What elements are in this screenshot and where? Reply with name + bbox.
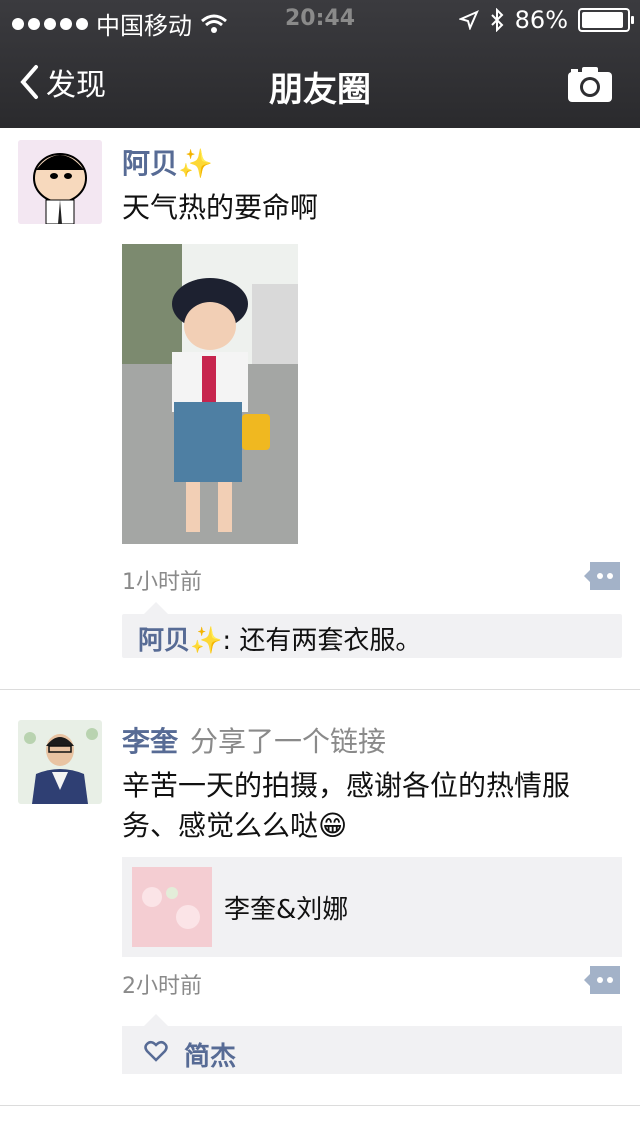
avatar[interactable]	[18, 140, 102, 224]
heart-icon	[144, 1041, 168, 1062]
post-divider	[0, 689, 640, 690]
moments-feed: 阿贝✨ 天气热的要命啊 1小时前 阿贝✨: 还有两套衣服。 李奎 分享了一个链接…	[0, 128, 640, 1136]
avatar[interactable]	[18, 720, 102, 804]
link-thumbnail	[132, 867, 212, 947]
post-text: 辛苦一天的拍摄，感谢各位的热情服务、感觉么么哒😁	[122, 769, 571, 842]
post-text: 天气热的要命啊	[122, 191, 319, 224]
header-bar: 中国移动 20:44 86% 发现 朋友圈	[0, 0, 640, 128]
location-arrow-icon	[458, 10, 479, 30]
comment-button-icon[interactable]	[584, 966, 620, 994]
nav-bar: 发现 朋友圈	[0, 40, 640, 128]
post-photo[interactable]	[122, 244, 298, 544]
likes-box: 简杰	[122, 1014, 622, 1074]
post-author[interactable]: 李奎	[122, 725, 178, 758]
status-right: 86%	[458, 6, 634, 34]
post-author[interactable]: 阿贝✨	[122, 142, 213, 182]
post-timestamp: 1小时前	[122, 570, 202, 595]
page-title: 朋友圈	[269, 70, 371, 110]
link-title: 李奎&刘娜	[224, 895, 349, 925]
camera-icon[interactable]	[566, 64, 614, 104]
comment[interactable]: 阿贝✨: 还有两套衣服。	[122, 614, 622, 663]
liker-name[interactable]: 简杰	[184, 1036, 236, 1073]
battery-icon	[578, 8, 634, 32]
post-divider	[0, 1105, 640, 1106]
share-label: 分享了一个链接	[190, 725, 387, 758]
post-author-line: 李奎 分享了一个链接	[122, 720, 386, 760]
comment-author[interactable]: 阿贝✨	[138, 626, 222, 656]
comment-box: 阿贝✨: 还有两套衣服。	[122, 602, 622, 658]
comment-text: : 还有两套衣服。	[222, 626, 422, 656]
post-timestamp: 2小时前	[122, 974, 202, 999]
comment-button-icon[interactable]	[584, 562, 620, 590]
battery-percent: 86%	[514, 6, 568, 34]
bluetooth-icon	[490, 8, 504, 32]
status-bar: 中国移动 20:44 86%	[0, 0, 640, 40]
shared-link-card[interactable]: 李奎&刘娜	[122, 857, 622, 957]
